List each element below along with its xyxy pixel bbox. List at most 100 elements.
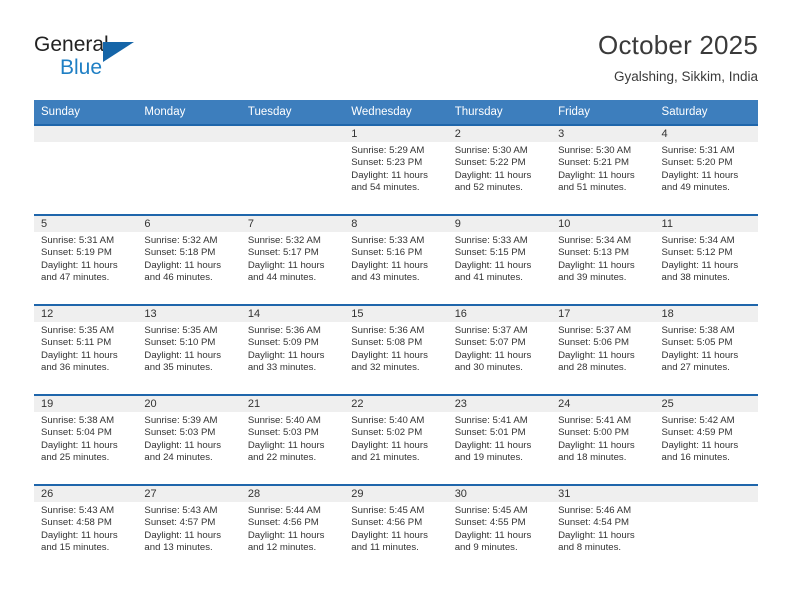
daylight-text-line2: and 41 minutes. (454, 272, 523, 284)
day-number (240, 126, 345, 142)
day-details: Sunrise: 5:45 AM Sunset: 4:55 PM Daylight:… (448, 502, 551, 555)
calendar-cell-day[interactable]: 17 Sunrise: 5:37 AM Sunset: 5:06 PM Dayligh… (551, 304, 655, 395)
calendar-cell-inner: 6 Sunrise: 5:32 AM Sunset: 5:18 PM Daylight… (137, 216, 241, 304)
day-details: Sunrise: 5:41 AM Sunset: 5:01 PM Daylight:… (448, 412, 551, 465)
daylight-text-line2: and 33 minutes. (247, 362, 317, 374)
daylight-text-line1: Daylight: 11 hours (41, 439, 118, 451)
day-number: 3 (551, 126, 655, 142)
day-number: 13 (137, 306, 241, 322)
calendar-cell-day[interactable]: 26 Sunrise: 5:43 AM Sunset: 4:58 PM Dayligh… (34, 484, 138, 574)
calendar-cell-day[interactable]: 20 Sunrise: 5:39 AM Sunset: 5:03 PM Dayligh… (137, 394, 241, 485)
calendar-cell-day[interactable]: 12 Sunrise: 5:35 AM Sunset: 5:11 PM Dayligh… (34, 304, 138, 395)
calendar-week-row: 5 Sunrise: 5:31 AM Sunset: 5:19 PM Daylight… (34, 214, 758, 305)
calendar-cell-day[interactable]: 27 Sunrise: 5:43 AM Sunset: 4:57 PM Dayligh… (137, 484, 241, 574)
daylight-text-line1: Daylight: 11 hours (351, 439, 428, 451)
sunset-text: Sunset: 5:13 PM (558, 247, 630, 259)
sunset-text: Sunset: 4:56 PM (351, 517, 423, 529)
sunrise-text: Sunrise: 5:35 AM (144, 325, 218, 336)
calendar-cell-inner: 31 Sunrise: 5:46 AM Sunset: 4:54 PM Dayligh… (551, 486, 655, 574)
calendar-cell-day[interactable]: 31 Sunrise: 5:46 AM Sunset: 4:54 PM Dayligh… (551, 484, 655, 574)
calendar-cell-day[interactable]: 9 Sunrise: 5:33 AM Sunset: 5:15 PM Daylight… (447, 214, 552, 305)
day-details: Sunrise: 5:30 AM Sunset: 5:21 PM Daylight:… (551, 142, 654, 195)
calendar-cell-day[interactable]: 19 Sunrise: 5:38 AM Sunset: 5:04 PM Dayligh… (34, 394, 138, 485)
daylight-text-line1: Daylight: 11 hours (661, 349, 739, 361)
day-number: 26 (34, 486, 138, 502)
calendar-cell-day[interactable]: 28 Sunrise: 5:44 AM Sunset: 4:56 PM Dayligh… (240, 484, 345, 574)
daylight-text-line1: Daylight: 11 hours (41, 349, 118, 361)
daylight-text-line1: Daylight: 11 hours (351, 529, 428, 541)
daylight-text-line2: and 44 minutes. (247, 272, 317, 284)
daylight-text-line1: Daylight: 11 hours (247, 529, 325, 541)
calendar-cell-day[interactable]: 3 Sunrise: 5:30 AM Sunset: 5:21 PM Daylight… (551, 124, 655, 215)
calendar-cell-day[interactable]: 4 Sunrise: 5:31 AM Sunset: 5:20 PM Daylight… (654, 124, 758, 215)
daylight-text-line1: Daylight: 11 hours (41, 529, 118, 541)
calendar-cell-day[interactable]: 1 Sunrise: 5:29 AM Sunset: 5:23 PM Daylight… (344, 124, 448, 215)
weekday-header-wednesday: Wednesday (344, 100, 448, 125)
day-number: 27 (137, 486, 241, 502)
sunset-text: Sunset: 5:22 PM (454, 157, 526, 169)
page-title: October 2025 (598, 30, 758, 60)
day-number: 30 (447, 486, 552, 502)
day-number: 23 (447, 396, 552, 412)
calendar-cell-day[interactable]: 15 Sunrise: 5:36 AM Sunset: 5:08 PM Dayligh… (344, 304, 448, 395)
daylight-text-line1: Daylight: 11 hours (351, 259, 428, 271)
daylight-text-line1: Daylight: 11 hours (661, 259, 739, 271)
calendar-cell-day[interactable]: 6 Sunrise: 5:32 AM Sunset: 5:18 PM Daylight… (137, 214, 241, 305)
day-number: 25 (654, 396, 758, 412)
sunrise-text: Sunrise: 5:37 AM (558, 325, 632, 336)
page-header: General Blue October 2025 Gyalshing, Sik… (0, 0, 792, 100)
sunset-text: Sunset: 4:59 PM (661, 427, 733, 439)
sunset-text: Sunset: 5:06 PM (558, 337, 630, 349)
sunset-text: Sunset: 4:58 PM (41, 517, 112, 529)
day-details: Sunrise: 5:37 AM Sunset: 5:06 PM Daylight:… (551, 322, 654, 375)
daylight-text-line1: Daylight: 11 hours (454, 259, 532, 271)
daylight-text-line2: and 51 minutes. (558, 182, 627, 194)
sunrise-text: Sunrise: 5:43 AM (41, 505, 115, 516)
sunset-text: Sunset: 5:08 PM (351, 337, 423, 349)
day-number: 24 (551, 396, 655, 412)
calendar-cell-day[interactable]: 25 Sunrise: 5:42 AM Sunset: 4:59 PM Dayligh… (654, 394, 758, 485)
calendar-cell-day[interactable]: 5 Sunrise: 5:31 AM Sunset: 5:19 PM Daylight… (34, 214, 138, 305)
calendar-cell-day[interactable]: 2 Sunrise: 5:30 AM Sunset: 5:22 PM Daylight… (447, 124, 552, 215)
calendar-cell-day[interactable]: 21 Sunrise: 5:40 AM Sunset: 5:03 PM Dayligh… (240, 394, 345, 485)
day-details: Sunrise: 5:32 AM Sunset: 5:18 PM Daylight:… (137, 232, 240, 285)
calendar-cell-day[interactable]: 22 Sunrise: 5:40 AM Sunset: 5:02 PM Dayligh… (344, 394, 448, 485)
day-number: 14 (240, 306, 345, 322)
sunrise-text: Sunrise: 5:30 AM (454, 145, 528, 156)
daylight-text-line2: and 52 minutes. (454, 182, 523, 194)
day-number: 8 (344, 216, 448, 232)
calendar-cell-day[interactable]: 18 Sunrise: 5:38 AM Sunset: 5:05 PM Dayligh… (654, 304, 758, 395)
daylight-text-line1: Daylight: 11 hours (351, 349, 428, 361)
sunrise-text: Sunrise: 5:32 AM (144, 235, 218, 246)
day-details: Sunrise: 5:35 AM Sunset: 5:11 PM Daylight:… (34, 322, 137, 375)
calendar-cell-day[interactable]: 24 Sunrise: 5:41 AM Sunset: 5:00 PM Dayligh… (551, 394, 655, 485)
calendar-cell-day[interactable]: 29 Sunrise: 5:45 AM Sunset: 4:56 PM Dayligh… (344, 484, 448, 574)
day-details: Sunrise: 5:34 AM Sunset: 5:12 PM Daylight:… (655, 232, 758, 285)
day-details: Sunrise: 5:36 AM Sunset: 5:09 PM Daylight:… (241, 322, 344, 375)
day-details: Sunrise: 5:43 AM Sunset: 4:57 PM Daylight:… (137, 502, 240, 555)
calendar-cell-inner: 26 Sunrise: 5:43 AM Sunset: 4:58 PM Dayligh… (34, 486, 138, 574)
calendar-cell-inner: 3 Sunrise: 5:30 AM Sunset: 5:21 PM Daylight… (551, 126, 655, 214)
calendar-cell-day[interactable]: 16 Sunrise: 5:37 AM Sunset: 5:07 PM Dayligh… (447, 304, 552, 395)
day-number (34, 126, 138, 142)
triangle-icon (103, 42, 134, 62)
sunrise-text: Sunrise: 5:42 AM (661, 415, 735, 426)
day-details: Sunrise: 5:44 AM Sunset: 4:56 PM Daylight:… (241, 502, 344, 555)
calendar-cell-day[interactable]: 13 Sunrise: 5:35 AM Sunset: 5:10 PM Dayligh… (137, 304, 241, 395)
calendar-cell-day[interactable]: 14 Sunrise: 5:36 AM Sunset: 5:09 PM Dayligh… (240, 304, 345, 395)
brand-logo[interactable]: General Blue (34, 28, 184, 90)
daylight-text-line2: and 35 minutes. (144, 362, 213, 374)
daylight-text-line1: Daylight: 11 hours (558, 529, 635, 541)
calendar-cell-day[interactable]: 10 Sunrise: 5:34 AM Sunset: 5:13 PM Dayligh… (551, 214, 655, 305)
calendar-cell-day[interactable]: 8 Sunrise: 5:33 AM Sunset: 5:16 PM Daylight… (344, 214, 448, 305)
calendar-cell-day[interactable]: 23 Sunrise: 5:41 AM Sunset: 5:01 PM Dayligh… (447, 394, 552, 485)
daylight-text-line2: and 9 minutes. (454, 542, 518, 554)
calendar-cell-day[interactable]: 11 Sunrise: 5:34 AM Sunset: 5:12 PM Dayligh… (654, 214, 758, 305)
calendar-cell-empty (137, 124, 241, 215)
calendar-cell-day[interactable]: 7 Sunrise: 5:32 AM Sunset: 5:17 PM Daylight… (240, 214, 345, 305)
daylight-text-line2: and 28 minutes. (558, 362, 627, 374)
sunrise-text: Sunrise: 5:33 AM (351, 235, 425, 246)
calendar-cell-day[interactable]: 30 Sunrise: 5:45 AM Sunset: 4:55 PM Dayligh… (447, 484, 552, 574)
calendar-cell-inner: 25 Sunrise: 5:42 AM Sunset: 4:59 PM Dayligh… (654, 396, 758, 484)
daylight-text-line1: Daylight: 11 hours (247, 259, 325, 271)
